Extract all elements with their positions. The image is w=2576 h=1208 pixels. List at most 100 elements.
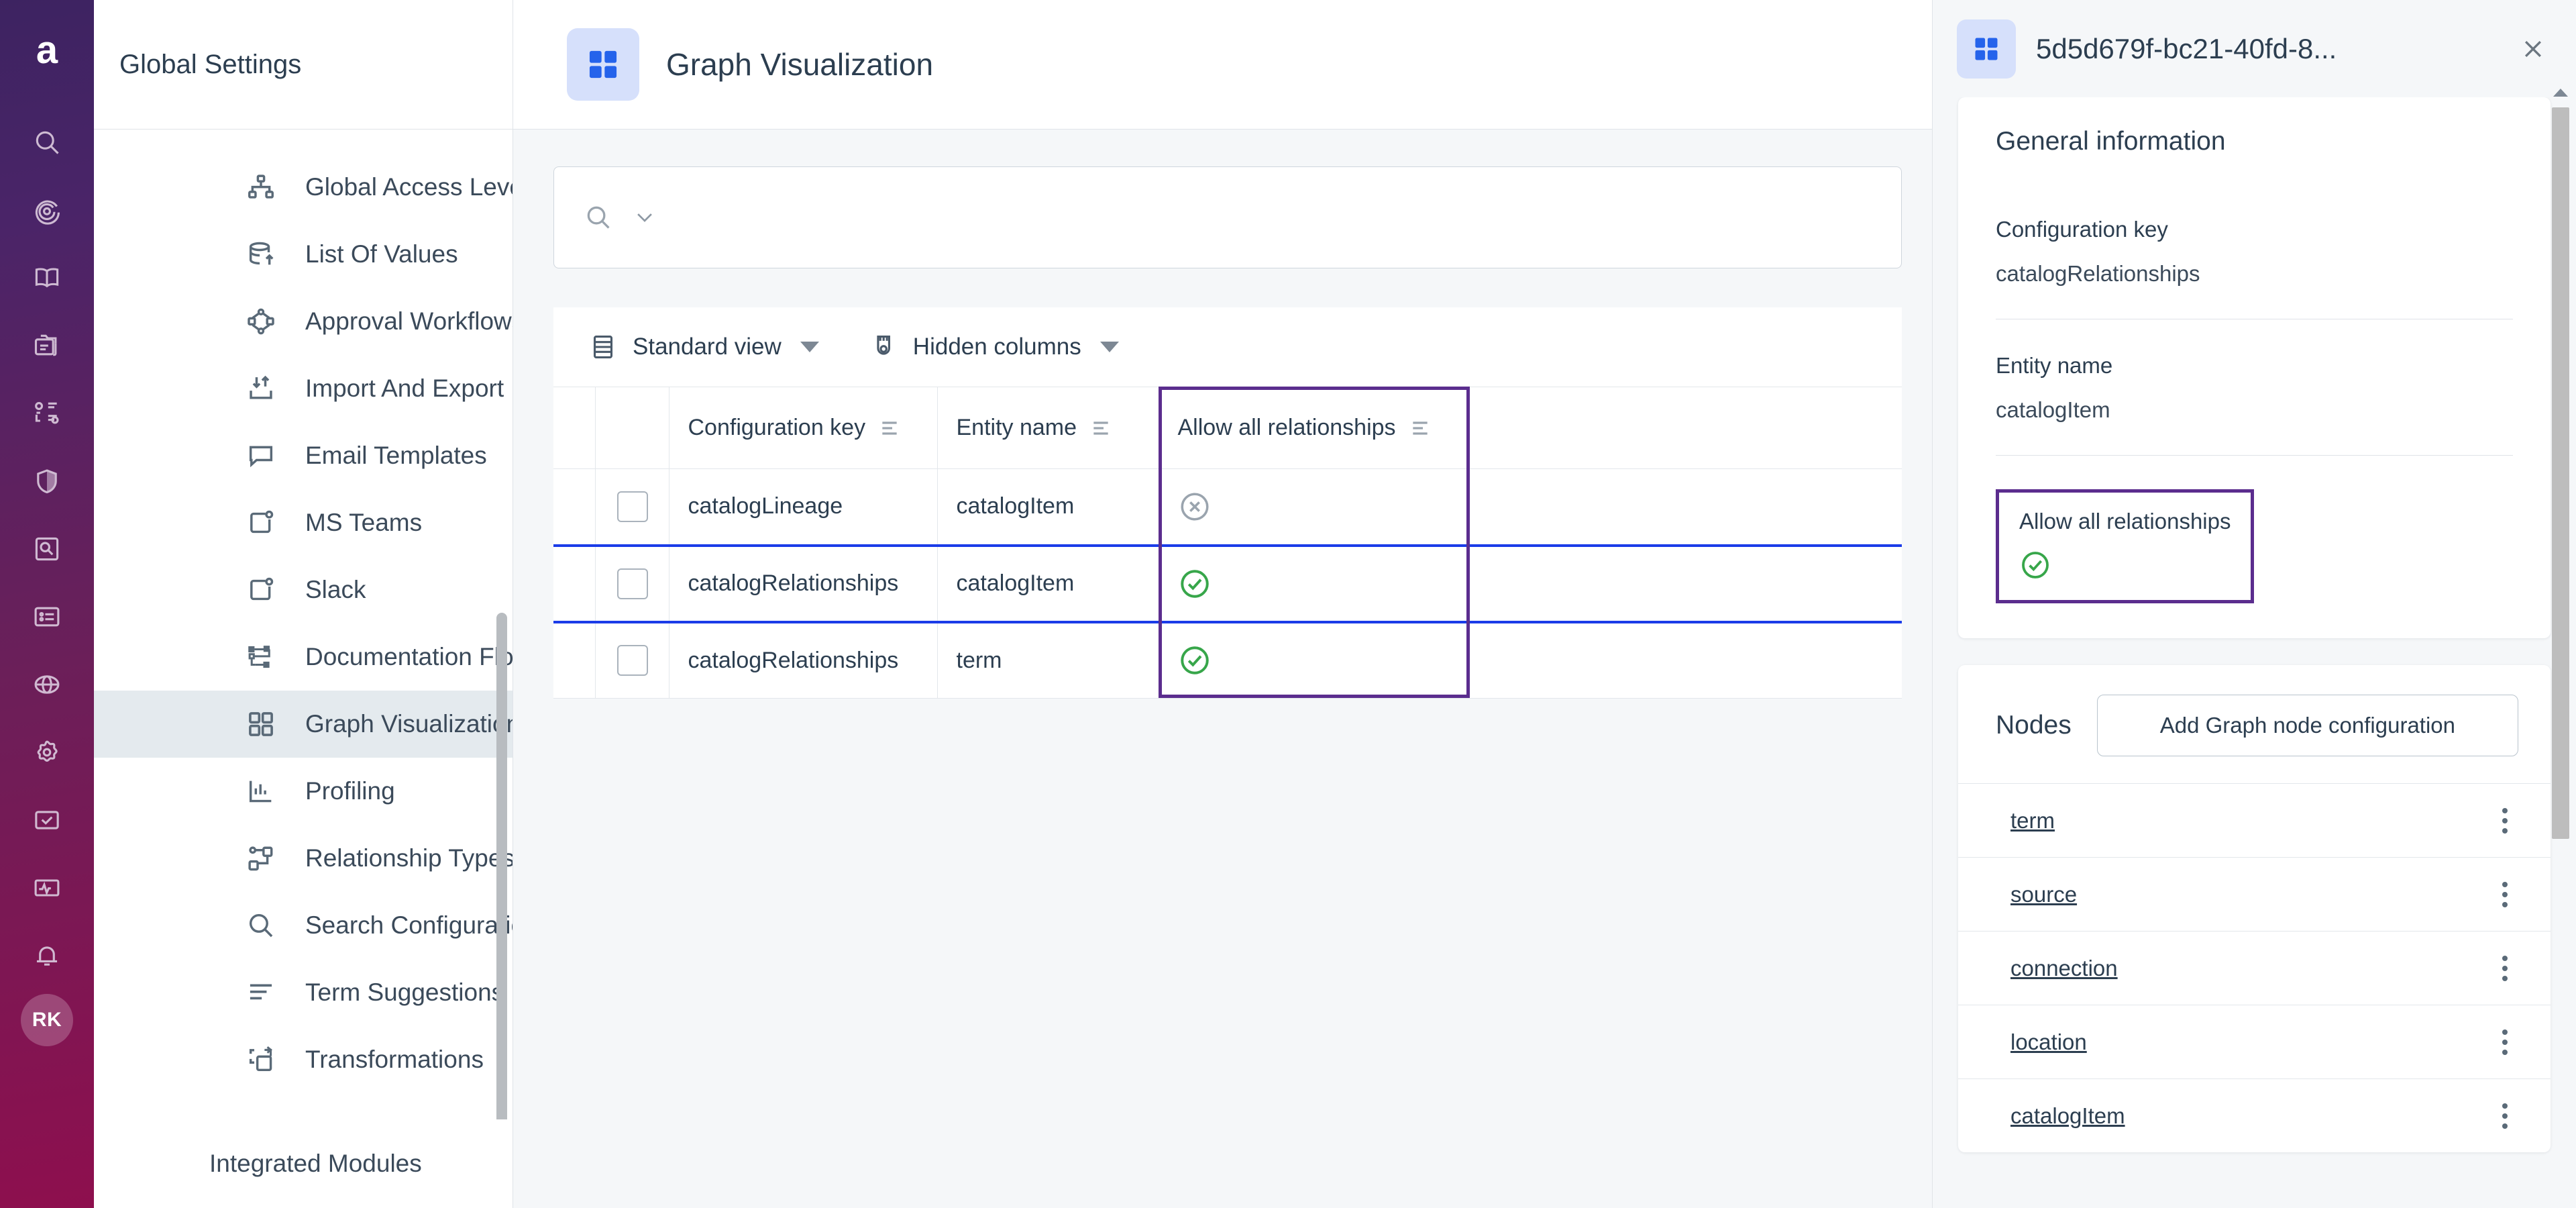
list-view-icon[interactable] bbox=[17, 587, 76, 646]
app-connector-icon bbox=[245, 507, 277, 539]
sidebar-item-approval-workflows[interactable]: Approval Workflows bbox=[94, 288, 513, 355]
main-content: Graph Visualization Standard view Hidden… bbox=[513, 0, 1932, 1208]
column-header-configuration-key[interactable]: Configuration key bbox=[669, 387, 937, 469]
gear-icon[interactable] bbox=[17, 723, 76, 782]
nodes-card: Nodes Add Graph node configuration term … bbox=[1958, 665, 2551, 1152]
list-item[interactable]: source bbox=[1958, 857, 2551, 931]
field-label: Entity name bbox=[1996, 353, 2513, 379]
column-header-spacer bbox=[1467, 387, 1902, 469]
table-row[interactable]: catalogLineage catalogItem bbox=[553, 469, 1902, 546]
kebab-menu-icon[interactable] bbox=[2491, 875, 2518, 914]
kebab-menu-icon[interactable] bbox=[2491, 1023, 2518, 1062]
chevron-down-icon bbox=[633, 206, 656, 229]
sidebar-item-graph-visualization[interactable]: Graph Visualization bbox=[94, 691, 513, 758]
row-checkbox[interactable] bbox=[617, 568, 648, 599]
sidebar-item-label: Global Access Levels bbox=[305, 173, 513, 201]
sidebar-item-term-suggestions[interactable]: Term Suggestions bbox=[94, 959, 513, 1026]
cell-entity-name: term bbox=[937, 622, 1159, 699]
folder-docs-icon[interactable] bbox=[17, 316, 76, 375]
sidebar-item-import-and-export[interactable]: Import And Export bbox=[94, 355, 513, 422]
node-link[interactable]: source bbox=[2010, 882, 2077, 907]
sidebar-item-label: Relationship Types bbox=[305, 844, 513, 872]
kebab-menu-icon[interactable] bbox=[2491, 949, 2518, 988]
node-link[interactable]: location bbox=[2010, 1029, 2087, 1055]
sidebar-item-relationship-types[interactable]: Relationship Types bbox=[94, 825, 513, 892]
node-link[interactable]: catalogItem bbox=[2010, 1103, 2125, 1129]
data-quality-icon[interactable] bbox=[17, 384, 76, 443]
graph-config-table: Configuration key Entity name bbox=[553, 387, 1902, 699]
general-information-card: General information Configuration key ca… bbox=[1958, 97, 2551, 638]
divider bbox=[1996, 455, 2513, 456]
document-search-icon[interactable] bbox=[17, 519, 76, 578]
import-export-icon bbox=[245, 372, 277, 405]
globe-icon[interactable] bbox=[17, 655, 76, 714]
nodes-header: Nodes Add Graph node configuration bbox=[1958, 665, 2551, 783]
list-item[interactable]: term bbox=[1958, 783, 2551, 857]
row-checkbox-cell[interactable] bbox=[595, 622, 669, 699]
kebab-menu-icon[interactable] bbox=[2491, 1097, 2518, 1136]
cell-text: catalogItem bbox=[938, 493, 1159, 519]
sidebar-item-global-access-levels[interactable]: Global Access Levels bbox=[94, 154, 513, 221]
row-checkbox[interactable] bbox=[617, 645, 648, 676]
general-information-title: General information bbox=[1996, 127, 2513, 156]
sidebar-item-profiling[interactable]: Profiling bbox=[94, 758, 513, 825]
sidebar-item-documentation-flow[interactable]: Documentation Flow bbox=[94, 623, 513, 691]
row-checkbox-cell[interactable] bbox=[595, 469, 669, 546]
page-title: Graph Visualization bbox=[666, 46, 933, 83]
target-icon[interactable] bbox=[17, 181, 76, 240]
hidden-columns-icon bbox=[869, 332, 898, 362]
field-entity-name: Entity name catalogItem bbox=[1996, 353, 2513, 423]
sidebar-item-slack[interactable]: Slack bbox=[94, 556, 513, 623]
detail-panel-header: 5d5d679f-bc21-40fd-8... bbox=[1933, 0, 2576, 97]
table-row[interactable]: catalogRelationships term bbox=[553, 622, 1902, 699]
search-icon[interactable] bbox=[17, 113, 76, 172]
table-row[interactable]: catalogRelationships catalogItem bbox=[553, 546, 1902, 622]
sidebar-item-label: Documentation Flow bbox=[305, 643, 513, 671]
row-drag-handle[interactable] bbox=[553, 469, 595, 546]
main-body: Standard view Hidden columns bbox=[513, 130, 1932, 1208]
standard-view-dropdown[interactable]: Standard view bbox=[588, 332, 819, 362]
org-chart-icon bbox=[245, 171, 277, 203]
settings-footer-label[interactable]: Integrated Modules bbox=[94, 1119, 513, 1208]
settings-nav-scrollbar[interactable] bbox=[496, 613, 507, 1119]
task-check-icon[interactable] bbox=[17, 791, 76, 850]
column-header-label: Allow all relationships bbox=[1178, 415, 1396, 441]
scroll-up-arrow-icon[interactable] bbox=[2553, 89, 2568, 97]
column-header-allow-all-relationships[interactable]: Allow all relationships bbox=[1159, 387, 1467, 469]
monitoring-icon[interactable] bbox=[17, 858, 76, 917]
user-avatar[interactable]: RK bbox=[21, 994, 73, 1046]
cell-entity-name: catalogItem bbox=[937, 469, 1159, 546]
field-configuration-key: Configuration key catalogRelationships bbox=[1996, 217, 2513, 287]
row-drag-handle[interactable] bbox=[553, 622, 595, 699]
bell-icon[interactable] bbox=[17, 926, 76, 985]
hidden-columns-dropdown[interactable]: Hidden columns bbox=[869, 332, 1119, 362]
sidebar-item-search-configurations[interactable]: Search Configurations bbox=[94, 892, 513, 959]
sidebar-item-label: Profiling bbox=[305, 777, 395, 805]
column-header-entity-name[interactable]: Entity name bbox=[937, 387, 1159, 469]
detail-panel-scrollbar[interactable] bbox=[2552, 107, 2569, 839]
book-icon[interactable] bbox=[17, 248, 76, 307]
cell-text: term bbox=[938, 648, 1159, 674]
cross-circle-icon bbox=[1178, 490, 1467, 523]
row-checkbox-cell[interactable] bbox=[595, 546, 669, 622]
add-graph-node-configuration-button[interactable]: Add Graph node configuration bbox=[2097, 695, 2518, 756]
search-bar[interactable] bbox=[553, 166, 1902, 268]
kebab-menu-icon[interactable] bbox=[2491, 801, 2518, 840]
app-logo[interactable]: a bbox=[23, 27, 70, 74]
sidebar-item-list-of-values[interactable]: List Of Values bbox=[94, 221, 513, 288]
list-item[interactable]: location bbox=[1958, 1005, 2551, 1078]
sort-icon bbox=[1409, 417, 1431, 439]
sidebar-item-ms-teams[interactable]: MS Teams bbox=[94, 489, 513, 556]
check-circle-icon bbox=[1178, 567, 1467, 601]
node-link[interactable]: connection bbox=[2010, 956, 2118, 981]
cell-spacer bbox=[1467, 622, 1902, 699]
sidebar-item-email-templates[interactable]: Email Templates bbox=[94, 422, 513, 489]
row-drag-handle[interactable] bbox=[553, 546, 595, 622]
node-link[interactable]: term bbox=[2010, 808, 2055, 834]
row-checkbox[interactable] bbox=[617, 491, 648, 522]
list-item[interactable]: connection bbox=[1958, 931, 2551, 1005]
shield-icon[interactable] bbox=[17, 452, 76, 511]
list-item[interactable]: catalogItem bbox=[1958, 1078, 2551, 1152]
close-icon[interactable] bbox=[2514, 30, 2552, 68]
sidebar-item-transformations[interactable]: Transformations bbox=[94, 1026, 513, 1093]
